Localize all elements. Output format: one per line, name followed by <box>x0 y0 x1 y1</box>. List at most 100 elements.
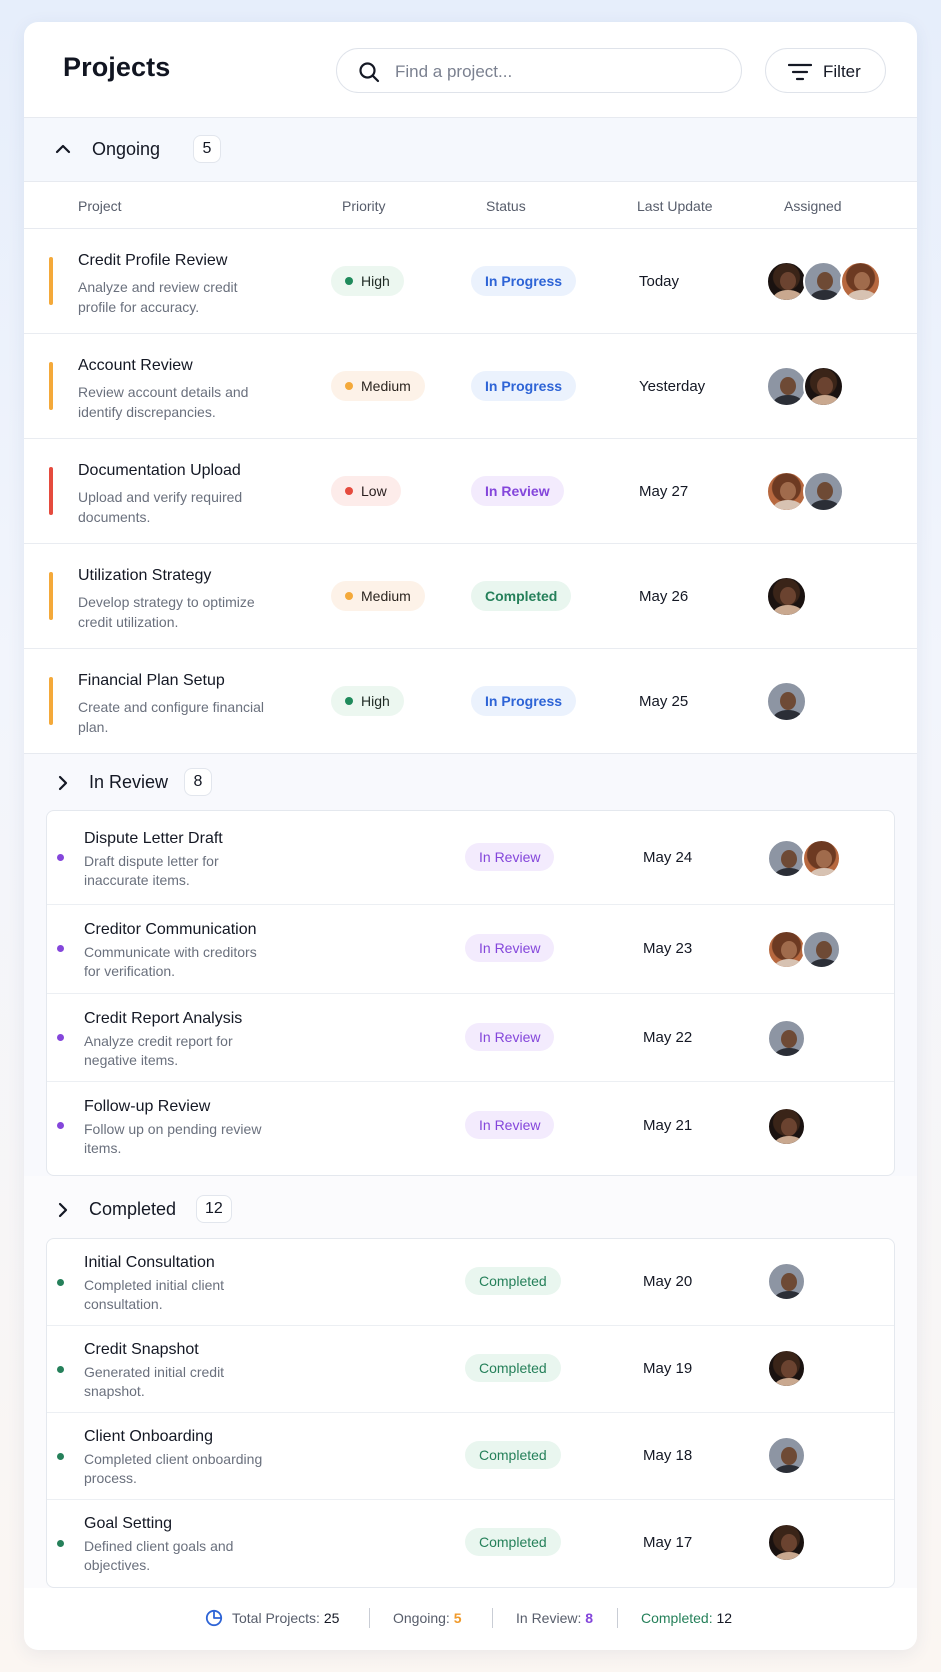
row-description: Develop strategy to optimize credit util… <box>78 594 255 630</box>
row-accent-bar <box>49 257 53 305</box>
assigned-avatars <box>767 930 841 969</box>
chevron-right-icon[interactable] <box>54 774 72 792</box>
status-badge: In Progress <box>471 266 577 296</box>
list-item[interactable]: Credit Snapshot Generated initial credit… <box>47 1326 894 1413</box>
last-update: May 26 <box>639 588 689 605</box>
row-title: Credit Snapshot <box>84 1341 199 1358</box>
priority-label: High <box>361 273 390 289</box>
avatar[interactable] <box>767 1107 806 1146</box>
column-header-priority: Priority <box>342 198 386 214</box>
priority-dot <box>345 697 353 705</box>
priority-label: Medium <box>361 588 411 604</box>
column-header-last-update: Last Update <box>637 198 713 214</box>
section-title-in-review: In Review <box>89 772 169 792</box>
assigned-avatars <box>766 366 844 407</box>
row-title: Follow-up Review <box>84 1098 211 1115</box>
avatar[interactable] <box>767 930 806 969</box>
avatar[interactable] <box>767 839 806 878</box>
avatar[interactable] <box>766 366 807 407</box>
column-header-project: Project <box>78 198 122 214</box>
last-update: May 25 <box>639 693 689 710</box>
avatar[interactable] <box>766 576 807 617</box>
priority-badge: Low <box>331 476 401 506</box>
filter-button[interactable]: Filter <box>765 48 886 93</box>
priority-label: High <box>361 693 390 709</box>
priority-badge: Medium <box>331 371 425 401</box>
column-header-assigned: Assigned <box>784 198 842 214</box>
assigned-avatars <box>766 471 844 512</box>
avatar[interactable] <box>767 1349 806 1388</box>
avatar[interactable] <box>802 930 841 969</box>
last-update: May 20 <box>643 1273 693 1290</box>
assigned-avatars <box>767 1523 806 1562</box>
avatar[interactable] <box>840 261 881 302</box>
avatar[interactable] <box>767 1019 806 1058</box>
assigned-avatars <box>766 576 807 617</box>
avatar[interactable] <box>767 1436 806 1475</box>
list-item[interactable]: Client Onboarding Completed client onboa… <box>47 1413 894 1500</box>
table-row[interactable]: Account Review Review account details an… <box>24 334 917 439</box>
row-description: Communicate with creditors for verificat… <box>84 944 257 979</box>
status-badge: In Progress <box>471 371 577 401</box>
status-badge: In Review <box>465 843 555 871</box>
status-badge: In Review <box>465 1111 555 1139</box>
summary-in-review: In Review: 8 <box>516 1610 593 1626</box>
status-badge: Completed <box>465 1528 561 1556</box>
column-header-status: Status <box>486 198 526 214</box>
section-header-completed[interactable]: Completed 12 <box>24 1176 917 1238</box>
avatar[interactable] <box>803 366 844 407</box>
table-row[interactable]: Credit Profile Review Analyze and review… <box>24 229 917 334</box>
row-title: Initial Consultation <box>84 1254 215 1271</box>
summary-ongoing: Ongoing: 5 <box>393 1610 462 1626</box>
priority-badge: High <box>331 266 404 296</box>
last-update: May 23 <box>643 940 693 957</box>
row-title: Dispute Letter Draft <box>84 830 223 847</box>
summary-ongoing-label: Ongoing: <box>393 1610 450 1626</box>
search-icon <box>359 62 380 83</box>
summary-total-value: 25 <box>323 1610 340 1626</box>
table-row[interactable]: Financial Plan Setup Create and configur… <box>24 649 917 754</box>
list-item[interactable]: Follow-up Review Follow up on pending re… <box>47 1082 894 1175</box>
list-item[interactable]: Goal Setting Defined client goals and ob… <box>47 1500 894 1587</box>
status-badge: In Progress <box>471 686 577 716</box>
summary-completed-label: Completed: <box>641 1610 713 1626</box>
row-description: Completed initial client consultation. <box>84 1277 225 1312</box>
search-input[interactable]: Find a project... <box>336 48 742 93</box>
table-row[interactable]: Utilization Strategy Develop strategy to… <box>24 544 917 649</box>
chevron-up-icon[interactable] <box>54 140 72 158</box>
row-title: Creditor Communication <box>84 921 257 938</box>
row-description: Completed client onboarding process. <box>84 1451 263 1486</box>
pie-chart-icon <box>205 1609 223 1627</box>
row-accent-bar <box>49 467 53 515</box>
priority-badge: Medium <box>331 581 425 611</box>
status-badge: Completed <box>465 1354 561 1382</box>
table-header: Project Priority Status Last Update Assi… <box>24 182 917 229</box>
avatar[interactable] <box>803 471 844 512</box>
last-update: May 17 <box>643 1534 693 1551</box>
avatar[interactable] <box>803 261 844 302</box>
list-item[interactable]: Creditor Communication Communicate with … <box>47 905 894 994</box>
avatar[interactable] <box>767 1523 806 1562</box>
chevron-right-icon[interactable] <box>54 1201 72 1219</box>
avatar[interactable] <box>766 681 807 722</box>
last-update: May 24 <box>643 849 693 866</box>
section-header-in-review[interactable]: In Review 8 <box>24 754 917 810</box>
divider <box>617 1608 618 1628</box>
row-description: Review account details and identify disc… <box>78 384 249 420</box>
avatar[interactable] <box>767 1262 806 1301</box>
priority-dot <box>345 382 353 390</box>
summary-completed: Completed: 12 <box>641 1610 732 1626</box>
divider <box>369 1608 370 1628</box>
section-title-completed: Completed <box>89 1199 177 1219</box>
summary-total: Total Projects: 25 <box>232 1610 339 1626</box>
avatar[interactable] <box>766 471 807 512</box>
last-update: May 18 <box>643 1447 693 1464</box>
avatar[interactable] <box>802 839 841 878</box>
list-item[interactable]: Credit Report Analysis Analyze credit re… <box>47 994 894 1082</box>
list-item[interactable]: Initial Consultation Completed initial c… <box>47 1239 894 1326</box>
table-row[interactable]: Documentation Upload Upload and verify r… <box>24 439 917 544</box>
section-header-ongoing[interactable]: Ongoing 5 <box>24 118 917 182</box>
list-item[interactable]: Dispute Letter Draft Draft dispute lette… <box>47 811 894 905</box>
status-dot <box>57 854 64 861</box>
avatar[interactable] <box>766 261 807 302</box>
